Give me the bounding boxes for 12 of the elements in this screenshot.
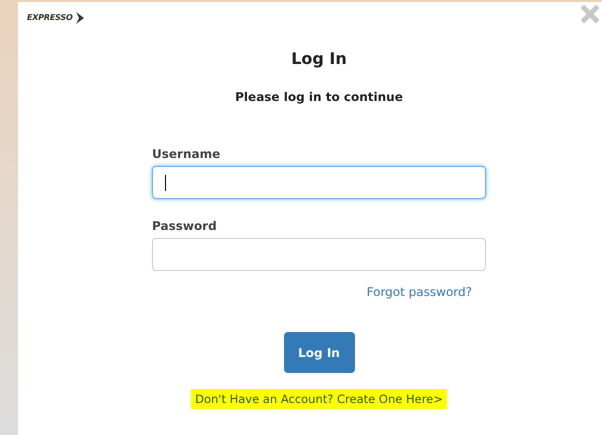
create-account-link[interactable]: Don't Have an Account? Create One Here>: [191, 389, 447, 409]
chevron-logo-icon: [74, 11, 85, 25]
dialog-subtitle: Please log in to continue: [235, 89, 403, 106]
input-field[interactable]: [152, 166, 486, 199]
dialog-title: Log In: [291, 48, 347, 70]
forgot-password-link[interactable]: Forgot password?: [366, 283, 472, 301]
field-label: Password: [152, 218, 218, 234]
logo-text: EXPRESSO: [27, 12, 73, 24]
field-label: Username: [152, 146, 222, 162]
login-button[interactable]: Log In: [284, 332, 354, 373]
close-icon[interactable]: [581, 5, 599, 23]
input-field[interactable]: [152, 238, 486, 271]
